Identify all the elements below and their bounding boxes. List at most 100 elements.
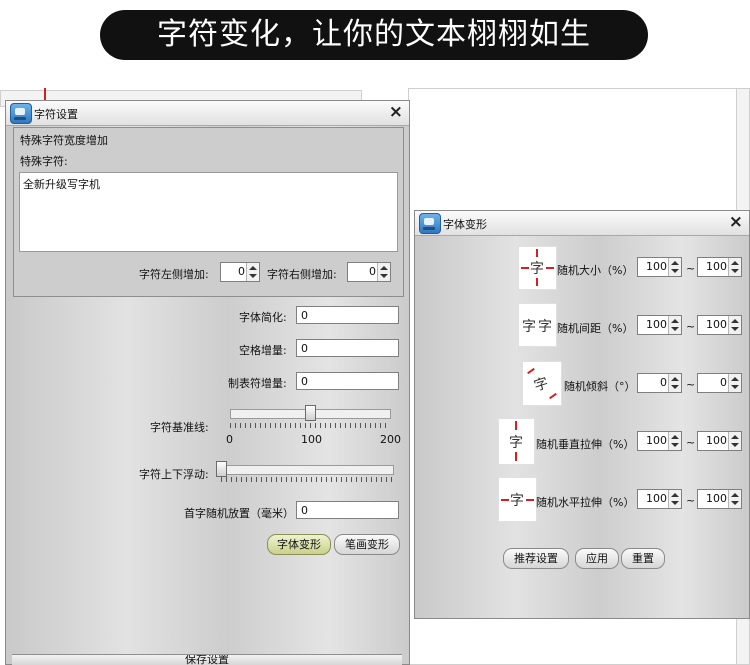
stroke-transform-button[interactable]: 笔画变形 [334,534,400,555]
char-settings-window: 字符设置 × 特殊字符宽度增加 特殊字符: 全新升级写字机 字符左侧增加: 0 … [5,100,410,665]
random-vstretch-max[interactable]: 100 [697,431,742,451]
random-vstretch-min[interactable]: 100 [637,431,682,451]
left-add-spinner[interactable]: 0 [220,262,260,282]
bottom-section[interactable]: 保存设置 [12,654,402,665]
font-transform-titlebar[interactable]: 字体变形 × [415,211,749,236]
arrow [549,392,557,400]
range-separator: ~ [686,436,696,449]
random-tilt-label: 随机倾斜（°） [564,380,636,393]
special-char-textarea[interactable]: 全新升级写字机 [19,172,398,252]
tilt-icon: 字 [522,361,562,406]
baseline-tick-min: 0 [226,433,233,446]
space-label: 空格增量: [239,344,287,357]
range-separator: ~ [686,320,696,333]
float-slider-thumb[interactable] [216,461,227,477]
close-icon[interactable]: × [389,102,403,122]
tab-input[interactable]: 0 [296,372,399,390]
random-tilt-min[interactable]: 0 [637,373,682,393]
first-random-input[interactable]: 0 [296,501,399,519]
spinner-value: 100 [646,318,667,331]
vstretch-icon: 字 [498,418,535,465]
random-size-label: 随机大小（%） [557,264,634,277]
font-transform-window: 字体变形 × 字 随机大小（%） 100 ~ 100 字 字 随机间距（%） 1… [414,210,750,619]
spacing-icon: 字 字 [518,303,557,347]
spinner-arrows[interactable] [668,374,681,392]
special-char-text: 全新升级写字机 [23,178,100,191]
glyph: 字 [522,319,536,335]
random-hstretch-min[interactable]: 100 [637,489,682,509]
range-separator: ~ [686,262,696,275]
spinner-arrows[interactable] [246,263,259,281]
simplify-input[interactable]: 0 [296,306,399,324]
window-title: 字体变形 [443,218,487,231]
random-spacing-min[interactable]: 100 [637,315,682,335]
app-icon [419,213,441,234]
arrow [501,499,509,501]
arrow [515,421,517,430]
bottom-section-title: 保存设置 [185,654,229,665]
arrow [515,452,517,461]
spinner-arrows[interactable] [728,374,741,392]
spinner-value: 100 [706,318,727,331]
spinner-value: 100 [646,492,667,505]
spinner-arrows[interactable] [668,316,681,334]
tab-label: 制表符增量: [228,377,287,390]
spinner-value: 0 [720,376,727,389]
app-icon [10,103,32,124]
spinner-arrows[interactable] [728,258,741,276]
arrow [536,249,538,257]
font-transform-button[interactable]: 字体变形 [267,534,331,555]
float-ticks [221,477,393,482]
promo-banner: 字符变化，让你的文本栩栩如生 [100,10,648,60]
spinner-value: 0 [660,376,667,389]
spinner-value: 100 [706,492,727,505]
spinner-arrows[interactable] [728,316,741,334]
spinner-arrows[interactable] [728,432,741,450]
recommend-settings-button[interactable]: 推荐设置 [503,548,569,569]
spinner-arrows[interactable] [377,263,390,281]
special-width-group: 特殊字符宽度增加 特殊字符: 全新升级写字机 字符左侧增加: 0 字符右侧增加:… [13,127,404,297]
random-spacing-label: 随机间距（%） [557,322,634,335]
close-icon[interactable]: × [729,212,743,232]
reset-button[interactable]: 重置 [621,548,665,569]
spinner-arrows[interactable] [668,490,681,508]
random-hstretch-label: 随机水平拉伸（%） [536,496,635,509]
apply-button[interactable]: 应用 [575,548,619,569]
special-char-label: 特殊字符: [20,155,68,168]
spinner-arrows[interactable] [668,432,681,450]
arrow [526,499,534,501]
random-size-min[interactable]: 100 [637,257,682,277]
baseline-tick-mid: 100 [301,433,322,446]
simplify-label: 字体简化: [239,311,287,324]
spinner-arrows[interactable] [668,258,681,276]
float-slider-track[interactable] [221,465,394,475]
spinner-value: 100 [646,260,667,273]
baseline-tick-max: 200 [380,433,401,446]
random-vstretch-label: 随机垂直拉伸（%） [536,438,635,451]
glyph: 字 [538,319,552,335]
char-settings-titlebar[interactable]: 字符设置 × [6,101,409,126]
right-add-value: 0 [369,265,376,278]
float-label: 字符上下浮动: [139,468,209,481]
range-separator: ~ [686,378,696,391]
baseline-slider-thumb[interactable] [304,405,316,421]
first-random-label: 首字随机放置（毫米） [184,507,294,520]
marker-tick [44,88,46,100]
spinner-value: 100 [706,260,727,273]
hstretch-icon: 字 [498,477,537,522]
window-title: 字符设置 [34,108,78,121]
arrow [527,367,535,375]
range-separator: ~ [686,494,696,507]
right-add-spinner[interactable]: 0 [347,262,391,282]
glyph: 字 [532,375,551,395]
right-add-label: 字符右侧增加: [267,268,337,281]
random-hstretch-max[interactable]: 100 [697,489,742,509]
space-input[interactable]: 0 [296,339,399,357]
spinner-arrows[interactable] [728,490,741,508]
random-tilt-max[interactable]: 0 [697,373,742,393]
size-icon: 字 [518,246,557,290]
glyph: 字 [530,261,544,277]
random-size-max[interactable]: 100 [697,257,742,277]
random-spacing-max[interactable]: 100 [697,315,742,335]
arrow [536,278,538,286]
